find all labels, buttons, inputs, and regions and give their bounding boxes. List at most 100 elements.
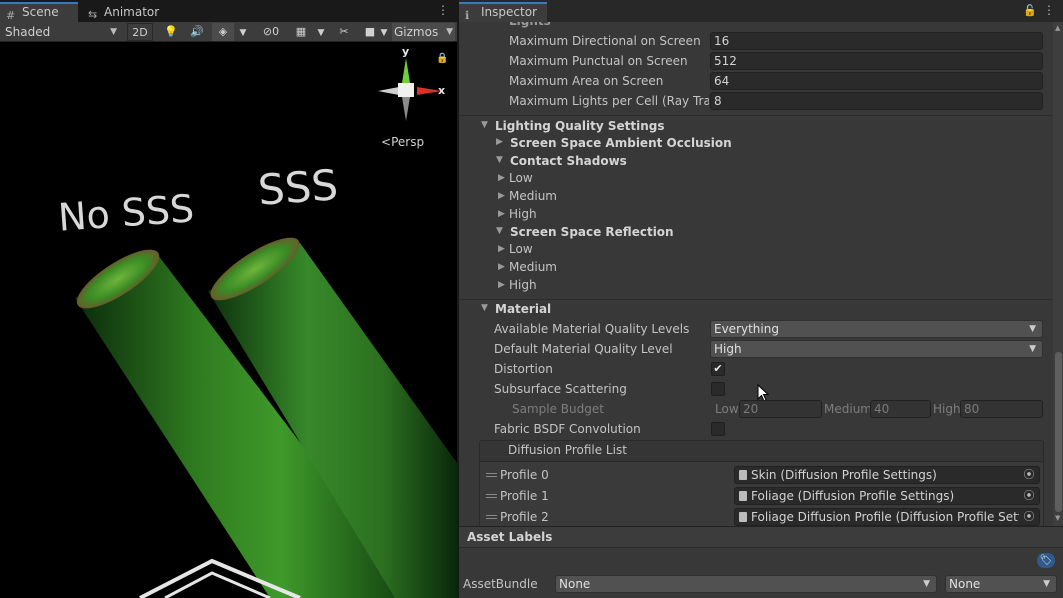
ssr-low-foldout[interactable]: Low (509, 239, 533, 259)
tools-button[interactable]: ✂ (333, 23, 355, 41)
foldout-closed-icon[interactable]: ▶ (498, 173, 505, 183)
toggle-2d-button[interactable]: 2D (127, 23, 153, 41)
tab-animator[interactable]: ⇆ Animator (82, 2, 168, 22)
effects-toggle-button[interactable]: ◈ (212, 23, 234, 41)
asset-bundle-variant-dropdown[interactable]: None ▼ (945, 575, 1057, 593)
fabric-bsdf-checkbox[interactable] (711, 422, 725, 436)
asset-bundle-value: None (559, 577, 591, 591)
lock-icon[interactable]: 🔒 (436, 53, 448, 64)
drag-handle-icon[interactable] (486, 494, 497, 498)
budget-high-field[interactable]: 80 (960, 400, 1043, 418)
drag-handle-icon[interactable] (486, 473, 497, 477)
asset-bundle-label: AssetBundle (463, 577, 538, 591)
tab-inspector[interactable]: ℹ Inspector (459, 2, 547, 22)
foldout-closed-icon[interactable]: ▶ (498, 262, 505, 272)
lighting-quality-header[interactable]: Lighting Quality Settings (495, 117, 665, 135)
foldout-open-icon[interactable]: ▼ (481, 120, 488, 130)
gizmo-y-label: y (402, 45, 410, 58)
default-quality-dropdown[interactable]: High ▼ (710, 340, 1043, 358)
foldout-closed-icon[interactable]: ▶ (498, 280, 505, 290)
scrollbar-thumb[interactable] (1055, 352, 1062, 512)
max-punctual-field[interactable]: 512 (710, 52, 1043, 70)
draw-mode-dropdown[interactable]: Shaded ▼ (5, 23, 121, 41)
grid-icon: ▦ (295, 25, 307, 38)
ssr-high-foldout[interactable]: High (509, 275, 537, 295)
diffusion-profile-list: Diffusion Profile List Profile 0 Skin (D… (479, 440, 1044, 526)
scene-menu-icon[interactable]: ⋮ (437, 4, 449, 16)
foldout-closed-icon[interactable]: ▶ (498, 191, 505, 201)
max-directional-field[interactable]: 16 (710, 32, 1043, 50)
hidden-count: 0 (272, 25, 280, 38)
gizmos-dropdown[interactable]: Gizmos ▼ (392, 23, 455, 41)
object-picker-icon[interactable]: ⦿ (1019, 488, 1039, 504)
profile-1-label: Profile 1 (500, 489, 549, 503)
foldout-open-icon[interactable]: ▼ (496, 155, 503, 165)
max-lights-per-cell-field[interactable]: 8 (710, 92, 1043, 110)
inspector-menu-icon[interactable]: ⋮ (1043, 4, 1055, 16)
budget-medium-field[interactable]: 40 (870, 400, 931, 418)
audio-toggle-button[interactable]: 🔊 (186, 23, 208, 41)
cs-medium-foldout[interactable]: Medium (509, 186, 557, 206)
profile-0-label: Profile 0 (500, 468, 549, 482)
available-quality-dropdown[interactable]: Everything ▼ (710, 320, 1043, 338)
scriptable-object-icon (739, 512, 747, 522)
object-picker-icon[interactable]: ⦿ (1019, 509, 1039, 525)
scene-toolbar: Shaded ▼ 2D 💡 🔊 ◈ ▼ ⊘0 ▦ ▼ ✂ ■ ▼ Gizmos … (0, 22, 457, 42)
asset-bundle-dropdown[interactable]: None ▼ (555, 575, 937, 593)
inspector-scrollbar[interactable]: ▲ ▼ (1053, 22, 1063, 526)
cs-low-foldout[interactable]: Low (509, 168, 533, 188)
lock-icon[interactable]: 🔓 (1023, 4, 1037, 17)
ssr-medium-foldout[interactable]: Medium (509, 257, 557, 277)
chevron-down-icon: ▼ (239, 28, 247, 38)
profile-2-field[interactable]: Foliage Diffusion Profile (Diffusion Pro… (734, 508, 1040, 526)
max-directional-label: Maximum Directional on Screen (509, 34, 701, 48)
chevron-down-icon: ▼ (923, 579, 930, 589)
lighting-toggle-button[interactable]: 💡 (160, 23, 182, 41)
tab-scene[interactable]: # Scene (0, 2, 78, 22)
foldout-open-icon[interactable]: ▼ (496, 226, 503, 236)
label-tag-icon[interactable]: 🏷 (1037, 553, 1055, 568)
drag-handle-icon[interactable] (486, 515, 497, 519)
hidden-objects-toggle[interactable]: ⊘0 (256, 23, 286, 41)
asset-bundle-variant-value: None (949, 577, 981, 591)
scroll-up-icon[interactable]: ▲ (1055, 24, 1060, 32)
scriptable-object-icon (739, 491, 747, 501)
lightbulb-icon: 💡 (164, 25, 178, 38)
foldout-closed-icon[interactable]: ▶ (498, 244, 505, 254)
material-header[interactable]: Material (495, 300, 551, 318)
foldout-open-icon[interactable]: ▼ (481, 303, 488, 313)
ssao-foldout[interactable]: Screen Space Ambient Occlusion (510, 134, 732, 152)
chevron-down-icon: ▼ (1029, 344, 1036, 354)
ssr-foldout[interactable]: Screen Space Reflection (510, 223, 674, 241)
profile-2-label: Profile 2 (500, 510, 549, 524)
profile-0-field[interactable]: Skin (Diffusion Profile Settings) ⦿ (734, 466, 1040, 484)
camera-dropdown[interactable]: ▼ (378, 23, 390, 41)
cs-high-foldout[interactable]: High (509, 204, 537, 224)
scroll-down-icon[interactable]: ▼ (1055, 514, 1060, 522)
scriptable-object-icon (739, 470, 747, 480)
persp-chevron-icon: < (381, 135, 392, 149)
max-area-label: Maximum Area on Screen (509, 74, 664, 88)
effects-dropdown[interactable]: ▼ (236, 23, 250, 41)
sample-budget-label: Sample Budget (512, 402, 604, 416)
asset-labels-bar: Asset Labels (459, 526, 1063, 548)
scene-render (75, 237, 457, 598)
max-area-field[interactable]: 64 (710, 72, 1043, 90)
foldout-closed-icon[interactable]: ▶ (498, 209, 505, 219)
distortion-checkbox[interactable]: ✔ (711, 362, 725, 376)
object-picker-icon[interactable]: ⦿ (1019, 467, 1039, 483)
projection-toggle[interactable]: <Persp (381, 135, 424, 149)
default-quality-label: Default Material Quality Level (494, 342, 673, 356)
sss-checkbox[interactable] (711, 382, 725, 396)
foldout-closed-icon[interactable]: ▶ (496, 137, 503, 147)
scene-viewport[interactable]: No SSS SSS y x 🔒 <Persp (0, 43, 457, 598)
chevron-down-icon: ▼ (446, 27, 453, 37)
diffusion-list-header: Diffusion Profile List (480, 441, 1043, 462)
grid-toggle-button[interactable]: ▦ (290, 23, 312, 41)
grid-dropdown[interactable]: ▼ (314, 23, 328, 41)
gizmos-label: Gizmos (394, 25, 439, 39)
profile-1-field[interactable]: Foliage (Diffusion Profile Settings) ⦿ (734, 487, 1040, 505)
chevron-down-icon: ▼ (1029, 324, 1036, 334)
scene-tabbar: # Scene ⇆ Animator ⋮ (0, 0, 457, 22)
budget-low-field[interactable]: 20 (739, 400, 822, 418)
